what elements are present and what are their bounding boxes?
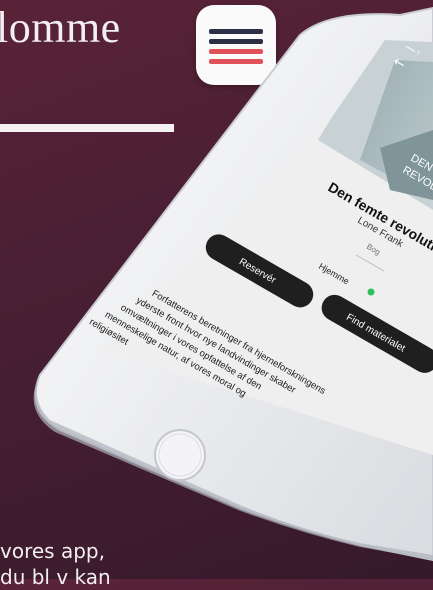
bottom-text-line: du bl v kan (0, 564, 111, 590)
phone-mockup: ← ••••• T DEN REVOLU Den femte revolutio… (0, 0, 433, 579)
available-dot-icon (368, 289, 375, 296)
bottom-text: vores app, du bl v kan (0, 538, 111, 590)
home-button[interactable] (155, 430, 205, 480)
bottom-text-line: vores app, (0, 538, 111, 564)
